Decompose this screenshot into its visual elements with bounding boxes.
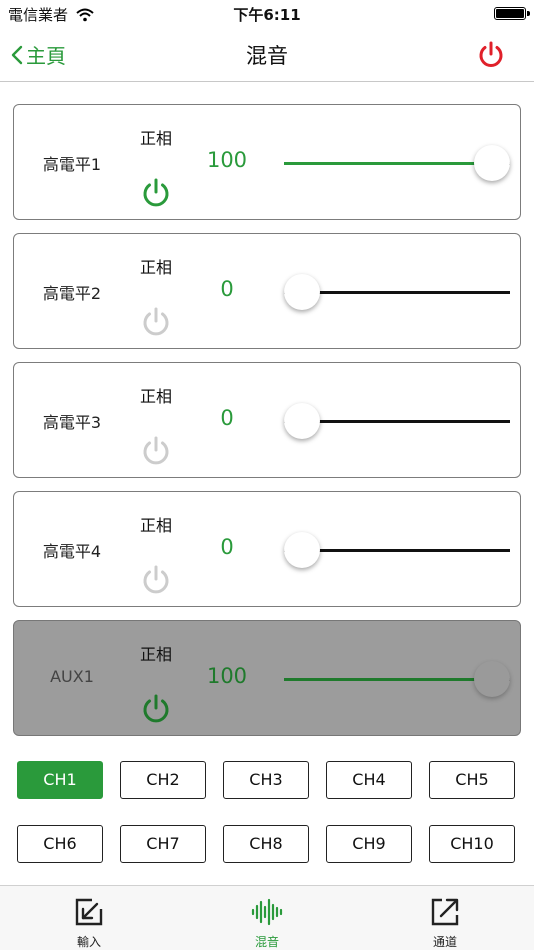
phase-label[interactable]: 正相 — [126, 512, 186, 536]
page-title: 混音 — [246, 44, 288, 68]
channel-button[interactable]: CH8 — [223, 825, 309, 863]
power-icon[interactable] — [476, 40, 506, 70]
level-slider[interactable] — [284, 272, 510, 312]
battery-icon — [494, 7, 530, 20]
phase-label[interactable]: 正相 — [126, 125, 186, 149]
slider-thumb[interactable] — [474, 661, 510, 697]
channel-card: 高電平3 正相 0 — [13, 362, 521, 478]
channel-name: 高電平1 — [42, 155, 102, 174]
channel-power-icon[interactable] — [140, 693, 172, 725]
tab-channel[interactable]: 通道 — [385, 886, 505, 950]
channel-name: 高電平2 — [42, 284, 102, 303]
channel-power-icon[interactable] — [140, 564, 172, 596]
phase-label[interactable]: 正相 — [126, 641, 186, 665]
level-value: 0 — [220, 406, 234, 430]
slider-thumb[interactable] — [284, 403, 320, 439]
output-arrow-icon — [431, 898, 459, 926]
tab-mix-label: 混音 — [254, 935, 279, 949]
tab-input-label: 輸入 — [76, 935, 101, 949]
channel-button[interactable]: CH6 — [17, 825, 103, 863]
channel-card: 高電平2 正相 0 — [13, 233, 521, 349]
slider-thumb[interactable] — [284, 274, 320, 310]
channel-button[interactable]: CH3 — [223, 761, 309, 799]
slider-fill — [284, 678, 492, 681]
channel-name: 高電平4 — [42, 542, 102, 561]
channel-button[interactable]: CH10 — [429, 825, 515, 863]
status-bar: 電信業者 下午6:11 — [0, 0, 534, 28]
channel-button[interactable]: CH9 — [326, 825, 412, 863]
channel-power-icon[interactable] — [140, 435, 172, 467]
level-value: 100 — [206, 664, 248, 688]
channel-power-icon[interactable] — [140, 306, 172, 338]
channel-name: 高電平3 — [42, 413, 102, 432]
clock: 下午6:11 — [233, 6, 301, 24]
level-value: 0 — [220, 277, 234, 301]
channel-card: AUX1 正相 100 — [13, 620, 521, 736]
level-slider[interactable] — [284, 659, 510, 699]
tab-input[interactable]: 輸入 — [29, 886, 149, 950]
channel-button[interactable]: CH7 — [120, 825, 206, 863]
channel-power-icon[interactable] — [140, 177, 172, 209]
level-slider[interactable] — [284, 143, 510, 183]
input-arrow-icon — [75, 898, 103, 926]
level-slider[interactable] — [284, 401, 510, 441]
channel-card: 高電平1 正相 100 — [13, 104, 521, 220]
phase-label[interactable]: 正相 — [126, 254, 186, 278]
navigation-bar: 主頁 混音 — [0, 28, 534, 82]
channel-name: AUX1 — [50, 667, 94, 686]
channel-button[interactable]: CH1 — [17, 761, 103, 799]
tab-bar: 輸入 混音 通道 — [0, 885, 534, 950]
phase-label[interactable]: 正相 — [126, 383, 186, 407]
channel-card: 高電平4 正相 0 — [13, 491, 521, 607]
level-value: 100 — [206, 148, 248, 172]
waveform-icon — [251, 898, 283, 926]
channel-button[interactable]: CH4 — [326, 761, 412, 799]
channel-button[interactable]: CH5 — [429, 761, 515, 799]
slider-thumb[interactable] — [284, 532, 320, 568]
channel-button[interactable]: CH2 — [120, 761, 206, 799]
tab-mix[interactable]: 混音 — [207, 886, 327, 950]
slider-fill — [284, 162, 492, 165]
level-value: 0 — [220, 535, 234, 559]
level-slider[interactable] — [284, 530, 510, 570]
slider-thumb[interactable] — [474, 145, 510, 181]
tab-channel-label: 通道 — [432, 935, 457, 949]
